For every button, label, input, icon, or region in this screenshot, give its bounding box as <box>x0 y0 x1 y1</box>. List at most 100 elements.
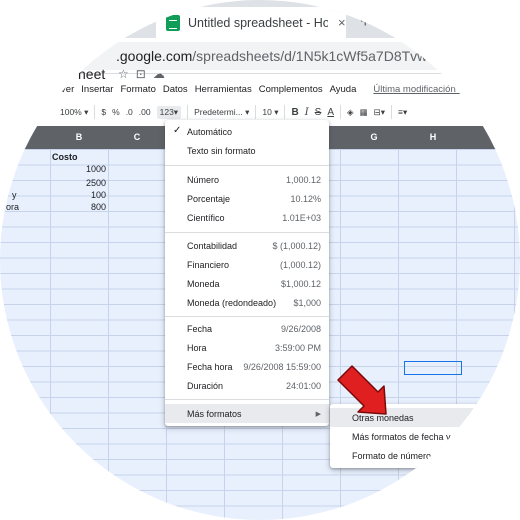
currency-button[interactable]: $ <box>101 107 106 117</box>
menu-complementos[interactable]: Complementos <box>259 84 323 95</box>
menu-item-example: 24:01:00 <box>285 380 321 391</box>
menu-item-example: $1,000.12 <box>280 278 321 289</box>
menu-item-label: Moneda (redondeado) <box>187 297 277 308</box>
browser-tab-strip: Untitled spreadsheet - Hojas de cálculo … <box>0 0 520 38</box>
menu-item-example: 9/26/2008 15:59:00 <box>243 361 321 372</box>
menu-item-automatico[interactable]: ✓ Automático <box>165 122 329 141</box>
merge-cells-icon[interactable]: ⊟▾ <box>374 107 385 118</box>
menu-item-example: 3:59:00 PM <box>274 342 321 353</box>
url-host: .google.com <box>116 48 193 64</box>
column-header-c[interactable]: C <box>108 126 166 149</box>
selected-cell-outline[interactable] <box>404 361 462 375</box>
menu-item-label: Porcentaje <box>187 193 231 204</box>
more-formats-button[interactable]: 123▾ <box>156 105 182 119</box>
text-color-button[interactable]: A <box>327 107 334 118</box>
submenu-arrow-icon: ▶ <box>315 410 321 418</box>
column-header-g[interactable]: G <box>344 126 404 149</box>
font-select[interactable]: Predetermi... ▾ <box>194 107 249 118</box>
menu-item-duracion[interactable]: Duración 24:01:00 <box>165 376 329 395</box>
cloud-status-icon[interactable]: ☁ <box>153 67 165 81</box>
cell-a4[interactable]: y <box>12 190 17 200</box>
menu-item-label: Científico <box>187 212 225 223</box>
menu-item-label: Más formatos <box>187 408 242 419</box>
cell-b4[interactable]: 100 <box>50 190 106 200</box>
menu-item-label: Contabilidad <box>187 240 238 251</box>
menu-item-example: 9/26/2008 <box>280 323 321 334</box>
menu-item-cientifico[interactable]: Científico 1.01E+03 <box>165 208 329 227</box>
menu-item-hora[interactable]: Hora 3:59:00 PM <box>165 338 329 357</box>
more-formats-label: 123 <box>159 106 174 117</box>
toolbar-divider <box>187 105 189 119</box>
menu-item-label: Automático <box>187 126 233 137</box>
menu-item-contabilidad[interactable]: Contabilidad $ (1,000.12) <box>165 236 329 255</box>
italic-button[interactable]: I <box>305 107 309 118</box>
font-size-select[interactable]: 10 ▾ <box>262 107 278 118</box>
move-folder-icon[interactable]: ⊡ <box>136 67 146 81</box>
cell-b2[interactable]: 1000 <box>50 164 106 174</box>
submenu-item-formatos-fecha-hora[interactable]: Más formatos de fecha y hora <box>330 427 520 446</box>
cell-b3[interactable]: 2500 <box>50 178 106 188</box>
column-header-b[interactable]: B <box>50 126 108 149</box>
last-edit-link[interactable]: Última modificación hace <box>373 84 479 95</box>
decrease-decimals-button[interactable]: .0 <box>126 107 133 117</box>
cell-b1[interactable]: Costo <box>52 152 78 162</box>
browser-tab[interactable]: Untitled spreadsheet - Hojas de cálculo … <box>156 7 346 38</box>
menu-divider <box>165 399 329 400</box>
bold-button[interactable]: B <box>291 107 298 118</box>
menu-divider <box>165 165 329 166</box>
red-pointer-arrow-icon <box>337 365 387 415</box>
menu-insertar[interactable]: Insertar <box>81 84 113 95</box>
tab-title: Untitled spreadsheet - Hojas de cálculo <box>188 15 328 30</box>
menu-item-financiero[interactable]: Financiero (1,000.12) <box>165 255 329 274</box>
menu-item-moneda[interactable]: Moneda $1,000.12 <box>165 274 329 293</box>
menu-item-fecha[interactable]: Fecha 9/26/2008 <box>165 319 329 338</box>
menu-item-texto-sin-formato[interactable]: Texto sin formato <box>165 141 329 160</box>
menu-bar: Ver Insertar Formato Datos Herramientas … <box>60 84 479 95</box>
percent-button[interactable]: % <box>112 107 120 117</box>
menu-datos[interactable]: Datos <box>163 84 188 95</box>
cell-a5[interactable]: ora <box>6 202 19 212</box>
toolbar-divider <box>284 105 286 119</box>
toolbar-divider <box>390 105 392 119</box>
menu-item-moneda-redondeado[interactable]: Moneda (redondeado) $1,000 <box>165 293 329 312</box>
strikethrough-button[interactable]: S <box>315 107 322 118</box>
menu-item-porcentaje[interactable]: Porcentaje 10.12% <box>165 189 329 208</box>
borders-icon[interactable]: ▦ <box>360 107 368 118</box>
fill-color-icon[interactable]: ◈ <box>347 107 354 118</box>
screenshot-frame: Untitled spreadsheet - Hojas de cálculo … <box>0 0 520 520</box>
align-icon[interactable]: ≡▾ <box>398 107 407 118</box>
url-field[interactable]: .google.com/spreadsheets/d/1N5k1cWf5a7D8… <box>40 42 520 70</box>
star-icon[interactable]: ☆ <box>118 67 129 81</box>
url-path: /spreadsheets/d/1N5k1cWf5a7D8TvwQfpz9lzK <box>192 48 485 64</box>
column-header-h[interactable]: H <box>404 126 462 149</box>
menu-item-fecha-hora[interactable]: Fecha hora 9/26/2008 15:59:00 <box>165 357 329 376</box>
menu-item-numero[interactable]: Número 1,000.12 <box>165 170 329 189</box>
number-format-menu: ✓ Automático Texto sin formato Número 1,… <box>165 120 329 426</box>
title-icons: ☆ ⊡ ☁ <box>118 67 165 81</box>
zoom-select[interactable]: 100% ▾ <box>60 107 88 118</box>
toolbar-divider <box>94 105 96 119</box>
new-tab-icon[interactable]: + <box>360 12 371 30</box>
menu-divider <box>165 316 329 317</box>
menu-item-label: Fecha hora <box>187 361 233 372</box>
toolbar: 100% ▾ $ % .0 .00 123▾ Predetermi... ▾ 1… <box>0 102 520 122</box>
menu-herramientas[interactable]: Herramientas <box>195 84 252 95</box>
font-value: Predetermi... <box>194 106 243 117</box>
menu-item-example: $1,000 <box>293 297 321 308</box>
document-title[interactable]: heet <box>78 66 105 82</box>
menu-item-label: Hora <box>187 342 207 353</box>
menu-item-mas-formatos[interactable]: Más formatos ▶ <box>165 404 329 423</box>
menu-ayuda[interactable]: Ayuda <box>330 84 357 95</box>
menu-item-label: Fecha <box>187 323 213 334</box>
menu-item-label: Duración <box>187 380 224 391</box>
close-tab-icon[interactable]: × <box>338 15 346 30</box>
menu-item-example: 1,000.12 <box>285 174 321 185</box>
menu-ver[interactable]: Ver <box>60 84 74 95</box>
increase-decimals-button[interactable]: .00 <box>139 107 151 117</box>
menu-formato[interactable]: Formato <box>120 84 155 95</box>
submenu-item-formato-personalizado[interactable]: Formato de número personalizado <box>330 446 520 465</box>
menu-item-label: Texto sin formato <box>187 145 256 156</box>
menu-item-example: (1,000.12) <box>279 259 321 270</box>
cell-b5[interactable]: 800 <box>50 202 106 212</box>
menu-item-example: 1.01E+03 <box>282 212 321 223</box>
